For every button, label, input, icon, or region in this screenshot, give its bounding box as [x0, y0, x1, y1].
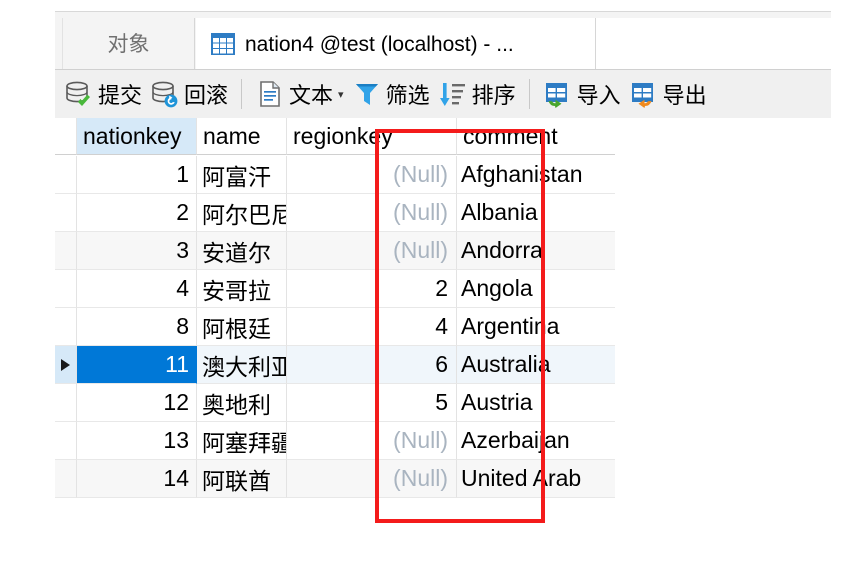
table-row[interactable]: 14 阿联酋 (Null) United Arab: [55, 460, 615, 498]
database-client-window: 对象 nation4 @test (localhost) - ... 提交 回滚…: [55, 11, 831, 571]
cell-comment[interactable]: Andorra: [457, 232, 615, 270]
cell-nationkey[interactable]: 4: [77, 270, 197, 308]
cell-nationkey[interactable]: 3: [77, 232, 197, 270]
tab-bar: 对象 nation4 @test (localhost) - ...: [55, 11, 831, 70]
rollback-database-icon: [150, 80, 180, 108]
row-marker-current[interactable]: [55, 346, 77, 384]
cell-name[interactable]: 阿尔巴尼亚: [197, 194, 287, 232]
commit-database-icon: [64, 80, 94, 108]
cell-nationkey[interactable]: 14: [77, 460, 197, 498]
grid-header-row: nationkey name regionkey comment: [55, 118, 615, 156]
cell-name[interactable]: 奥地利: [197, 384, 287, 422]
cell-regionkey[interactable]: (Null): [287, 232, 457, 270]
table-row[interactable]: 2阿尔巴尼亚(Null)Albania: [55, 194, 615, 232]
cell-comment[interactable]: Austria: [457, 384, 615, 422]
row-gutter[interactable]: [55, 194, 77, 232]
export-button[interactable]: 导出: [625, 74, 711, 114]
row-gutter[interactable]: [55, 156, 77, 194]
cell-nationkey[interactable]: 2: [77, 194, 197, 232]
cell-name[interactable]: 阿联酋: [197, 460, 287, 498]
table-row[interactable]: 11 澳大利亚 6 Australia: [55, 346, 615, 384]
export-label: 导出: [662, 83, 707, 108]
cell-nationkey[interactable]: 11: [77, 346, 197, 384]
cell-regionkey[interactable]: 6: [287, 346, 457, 384]
toolbar: 提交 回滚 文本 ▾ 筛选 排序 导入 导出: [55, 69, 831, 118]
chevron-down-icon[interactable]: ▾: [338, 88, 344, 101]
table-row[interactable]: 8 阿根廷 4 Argentina: [55, 308, 615, 346]
column-header-name[interactable]: name: [197, 118, 287, 155]
import-button[interactable]: 导入: [539, 74, 625, 114]
cell-name[interactable]: 阿富汗: [197, 156, 287, 194]
commit-button[interactable]: 提交: [60, 74, 146, 114]
row-gutter[interactable]: [55, 308, 77, 346]
cell-name[interactable]: 澳大利亚: [197, 346, 287, 384]
rollback-button[interactable]: 回滚: [146, 74, 232, 114]
table-row[interactable]: 1 阿富汗 (Null) Afghanistan: [55, 156, 615, 194]
commit-label: 提交: [98, 83, 143, 108]
export-table-icon: [629, 80, 659, 108]
tab-objects[interactable]: 对象: [62, 18, 195, 70]
grid-body: 1阿富汗(Null)Afghanistan2阿尔巴尼亚(Null)Albania…: [55, 156, 615, 498]
row-gutter[interactable]: [55, 384, 77, 422]
cell-name[interactable]: 安道尔: [197, 232, 287, 270]
cell-comment[interactable]: Azerbaijan: [457, 422, 615, 460]
row-gutter[interactable]: [55, 270, 77, 308]
row-gutter[interactable]: [55, 460, 77, 498]
cell-regionkey[interactable]: 5: [287, 384, 457, 422]
table-grid-icon: [210, 32, 236, 56]
cell-comment[interactable]: Afghanistan: [457, 156, 615, 194]
cell-regionkey[interactable]: 2: [287, 270, 457, 308]
cell-name[interactable]: 安哥拉: [197, 270, 287, 308]
cell-name[interactable]: 阿根廷: [197, 308, 287, 346]
sort-button[interactable]: 排序: [434, 74, 520, 114]
cell-regionkey[interactable]: (Null): [287, 156, 457, 194]
grid-header-gutter: [55, 118, 77, 155]
sort-descending-icon: [438, 80, 468, 108]
rollback-label: 回滚: [184, 83, 229, 108]
tab-objects-label: 对象: [107, 32, 150, 56]
table-row[interactable]: 13 阿塞拜疆 (Null) Azerbaijan: [55, 422, 615, 460]
toolbar-separator-2: [528, 79, 530, 109]
import-label: 导入: [576, 83, 621, 108]
row-gutter[interactable]: [55, 422, 77, 460]
filter-label: 筛选: [385, 83, 430, 108]
filter-funnel-icon: [352, 80, 382, 108]
column-header-nationkey[interactable]: nationkey: [77, 118, 197, 155]
cell-comment[interactable]: Australia: [457, 346, 615, 384]
tab-nation4-label: nation4 @test (localhost) - ...: [245, 32, 514, 56]
cell-nationkey[interactable]: 1: [77, 156, 197, 194]
table-row[interactable]: 3 安道尔 (Null) Andorra: [55, 232, 615, 270]
row-gutter[interactable]: [55, 232, 77, 270]
table-row[interactable]: 4 安哥拉 2 Angola: [55, 270, 615, 308]
cell-regionkey[interactable]: (Null): [287, 460, 457, 498]
table-row[interactable]: 12 奥地利 5 Austria: [55, 384, 615, 422]
cell-name[interactable]: 阿塞拜疆: [197, 422, 287, 460]
cell-comment[interactable]: Albania: [457, 194, 615, 232]
import-table-icon: [543, 80, 573, 108]
sort-label: 排序: [471, 83, 516, 108]
triangle-right-icon: [61, 358, 70, 371]
tab-bar-filler: [596, 18, 831, 70]
cell-regionkey[interactable]: (Null): [287, 422, 457, 460]
cell-comment[interactable]: United Arab: [457, 460, 615, 498]
cell-comment[interactable]: Angola: [457, 270, 615, 308]
text-document-icon: [255, 80, 285, 108]
filter-button[interactable]: 筛选: [348, 74, 434, 114]
data-grid: nationkey name regionkey comment 1 阿富汗 (Nu…: [55, 118, 615, 571]
tab-nation4-active[interactable]: nation4 @test (localhost) - ...: [196, 18, 596, 70]
cell-regionkey[interactable]: 4: [287, 308, 457, 346]
toolbar-separator-1: [241, 79, 243, 109]
cell-nationkey[interactable]: 12: [77, 384, 197, 422]
text-button[interactable]: 文本 ▾: [251, 74, 348, 114]
cell-nationkey[interactable]: 13: [77, 422, 197, 460]
cell-nationkey[interactable]: 8: [77, 308, 197, 346]
cell-comment[interactable]: Argentina: [457, 308, 615, 346]
column-header-comment[interactable]: comment: [457, 118, 615, 155]
cell-regionkey[interactable]: (Null): [287, 194, 457, 232]
column-header-regionkey[interactable]: regionkey: [287, 118, 457, 155]
text-label: 文本: [289, 83, 334, 108]
